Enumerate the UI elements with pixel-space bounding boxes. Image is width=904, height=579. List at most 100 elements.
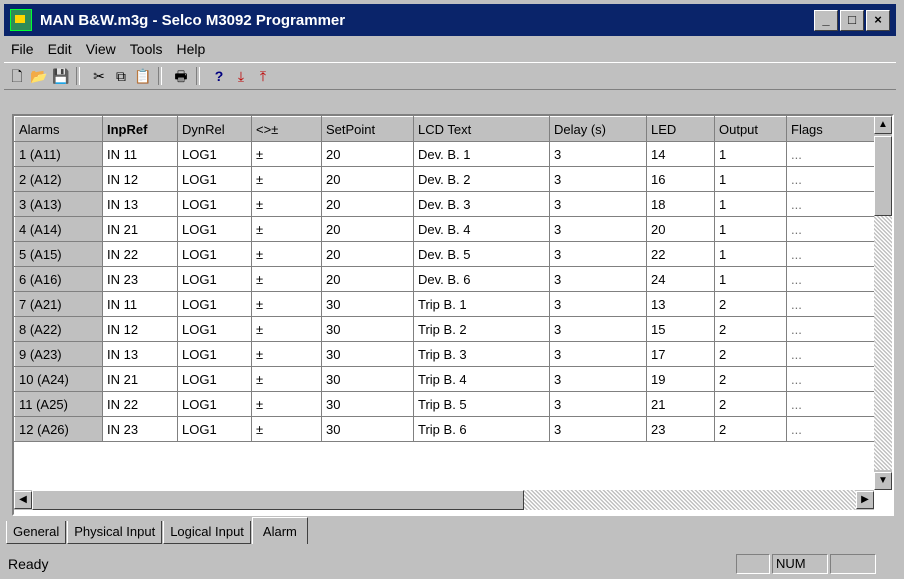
cell-dynrel[interactable]: LOG1 xyxy=(177,416,252,442)
row-header-cell[interactable]: 4 (A14) xyxy=(14,216,103,242)
horizontal-scroll-thumb[interactable] xyxy=(32,490,524,510)
cell-comparison[interactable]: ± xyxy=(251,266,322,292)
cell-comparison[interactable]: ± xyxy=(251,291,322,317)
scroll-left-button[interactable]: ◀ xyxy=(14,491,32,509)
cell-output[interactable]: 2 xyxy=(714,341,787,367)
cell-output[interactable]: 2 xyxy=(714,291,787,317)
column-header-led[interactable]: LED xyxy=(646,116,715,142)
cell-output[interactable]: 1 xyxy=(714,216,787,242)
cell-comparison[interactable]: ± xyxy=(251,341,322,367)
cell-dynrel[interactable]: LOG1 xyxy=(177,166,252,192)
cell-flags[interactable]: ... xyxy=(786,416,877,442)
alarm-grid[interactable]: Alarms InpRef DynRel <>± SetPoint LCD Te… xyxy=(12,114,894,516)
cell-lcd-text[interactable]: Dev. B. 6 xyxy=(413,266,550,292)
cell-lcd-text[interactable]: Trip B. 3 xyxy=(413,341,550,367)
cell-output[interactable]: 1 xyxy=(714,166,787,192)
table-row[interactable]: 7 (A21) IN 11 LOG1 ±30 Trip B. 1 3 13 2... xyxy=(14,291,877,317)
save-icon[interactable]: 💾 xyxy=(52,67,70,85)
cell-setpoint[interactable]: 30 xyxy=(321,291,414,317)
row-header-cell[interactable]: 8 (A22) xyxy=(14,316,103,342)
cell-setpoint[interactable]: 20 xyxy=(321,216,414,242)
cell-output[interactable]: 2 xyxy=(714,416,787,442)
cell-lcd-text[interactable]: Trip B. 1 xyxy=(413,291,550,317)
row-header-cell[interactable]: 11 (A25) xyxy=(14,391,103,417)
cell-setpoint[interactable]: 30 xyxy=(321,341,414,367)
table-row[interactable]: 5 (A15) IN 22 LOG1 ±20 Dev. B. 5 3 22 1... xyxy=(14,241,877,267)
cell-comparison[interactable]: ± xyxy=(251,216,322,242)
cell-output[interactable]: 1 xyxy=(714,191,787,217)
cell-comparison[interactable]: ± xyxy=(251,316,322,342)
cell-flags[interactable]: ... xyxy=(786,216,877,242)
copy-icon[interactable]: ⧉ xyxy=(112,67,130,85)
cell-delay[interactable]: 3 xyxy=(549,241,647,267)
cell-flags[interactable]: ... xyxy=(786,316,877,342)
cell-inpref[interactable]: IN 22 xyxy=(102,241,178,267)
cell-lcd-text[interactable]: Dev. B. 5 xyxy=(413,241,550,267)
cell-inpref[interactable]: IN 22 xyxy=(102,391,178,417)
cell-comparison[interactable]: ± xyxy=(251,366,322,392)
cell-delay[interactable]: 3 xyxy=(549,366,647,392)
cell-lcd-text[interactable]: Trip B. 6 xyxy=(413,416,550,442)
row-header-cell[interactable]: 6 (A16) xyxy=(14,266,103,292)
column-header-inpref[interactable]: InpRef xyxy=(102,116,178,142)
cell-setpoint[interactable]: 20 xyxy=(321,266,414,292)
table-row[interactable]: 2 (A12) IN 12 LOG1 ±20 Dev. B. 2 3 16 1... xyxy=(14,166,877,192)
cell-lcd-text[interactable]: Trip B. 4 xyxy=(413,366,550,392)
cell-output[interactable]: 1 xyxy=(714,266,787,292)
cell-led[interactable]: 13 xyxy=(646,291,715,317)
cell-led[interactable]: 17 xyxy=(646,341,715,367)
cell-flags[interactable]: ... xyxy=(786,141,877,167)
row-header-cell[interactable]: 12 (A26) xyxy=(14,416,103,442)
paste-icon[interactable]: 📋 xyxy=(134,67,152,85)
table-row[interactable]: 6 (A16) IN 23 LOG1 ±20 Dev. B. 6 3 24 1... xyxy=(14,266,877,292)
row-header-cell[interactable]: 5 (A15) xyxy=(14,241,103,267)
cell-led[interactable]: 20 xyxy=(646,216,715,242)
cell-comparison[interactable]: ± xyxy=(251,391,322,417)
print-icon[interactable]: 🖶 xyxy=(172,67,190,85)
app-icon[interactable] xyxy=(10,9,32,31)
cell-led[interactable]: 18 xyxy=(646,191,715,217)
cell-dynrel[interactable]: LOG1 xyxy=(177,341,252,367)
column-header-lcd-text[interactable]: LCD Text xyxy=(413,116,550,142)
cell-setpoint[interactable]: 20 xyxy=(321,166,414,192)
scroll-down-button[interactable]: ▼ xyxy=(874,472,892,490)
cell-dynrel[interactable]: LOG1 xyxy=(177,216,252,242)
menu-view[interactable]: View xyxy=(79,41,123,57)
cell-comparison[interactable]: ± xyxy=(251,141,322,167)
row-header-cell[interactable]: 3 (A13) xyxy=(14,191,103,217)
cell-delay[interactable]: 3 xyxy=(549,341,647,367)
row-header-cell[interactable]: 7 (A21) xyxy=(14,291,103,317)
tab-alarm[interactable]: Alarm xyxy=(251,517,308,544)
table-row[interactable]: 9 (A23) IN 13 LOG1 ±30 Trip B. 3 3 17 2... xyxy=(14,341,877,367)
horizontal-scrollbar[interactable]: ◀ ▶ xyxy=(14,490,874,510)
title-bar[interactable]: MAN B&W.m3g - Selco M3092 Programmer _ □… xyxy=(4,4,896,36)
table-row[interactable]: 4 (A14) IN 21 LOG1 ±20 Dev. B. 4 3 20 1... xyxy=(14,216,877,242)
column-header-flags[interactable]: Flags xyxy=(786,116,877,142)
cell-dynrel[interactable]: LOG1 xyxy=(177,316,252,342)
cell-delay[interactable]: 3 xyxy=(549,191,647,217)
tab-logical-input[interactable]: Logical Input xyxy=(163,521,251,544)
column-header-dynrel[interactable]: DynRel xyxy=(177,116,252,142)
cut-icon[interactable]: ✂ xyxy=(90,67,108,85)
cell-flags[interactable]: ... xyxy=(786,391,877,417)
cell-comparison[interactable]: ± xyxy=(251,191,322,217)
cell-delay[interactable]: 3 xyxy=(549,266,647,292)
open-icon[interactable]: 📂 xyxy=(30,67,48,85)
cell-lcd-text[interactable]: Trip B. 5 xyxy=(413,391,550,417)
cell-setpoint[interactable]: 30 xyxy=(321,366,414,392)
cell-comparison[interactable]: ± xyxy=(251,416,322,442)
cell-led[interactable]: 21 xyxy=(646,391,715,417)
cell-delay[interactable]: 3 xyxy=(549,141,647,167)
column-header-output[interactable]: Output xyxy=(714,116,787,142)
cell-setpoint[interactable]: 20 xyxy=(321,241,414,267)
cell-dynrel[interactable]: LOG1 xyxy=(177,266,252,292)
menu-help[interactable]: Help xyxy=(169,41,212,57)
cell-dynrel[interactable]: LOG1 xyxy=(177,191,252,217)
download-icon[interactable]: ⤓ xyxy=(232,67,250,85)
cell-inpref[interactable]: IN 11 xyxy=(102,291,178,317)
menu-file[interactable]: File xyxy=(4,41,41,57)
cell-led[interactable]: 19 xyxy=(646,366,715,392)
cell-inpref[interactable]: IN 21 xyxy=(102,216,178,242)
cell-dynrel[interactable]: LOG1 xyxy=(177,366,252,392)
cell-led[interactable]: 22 xyxy=(646,241,715,267)
